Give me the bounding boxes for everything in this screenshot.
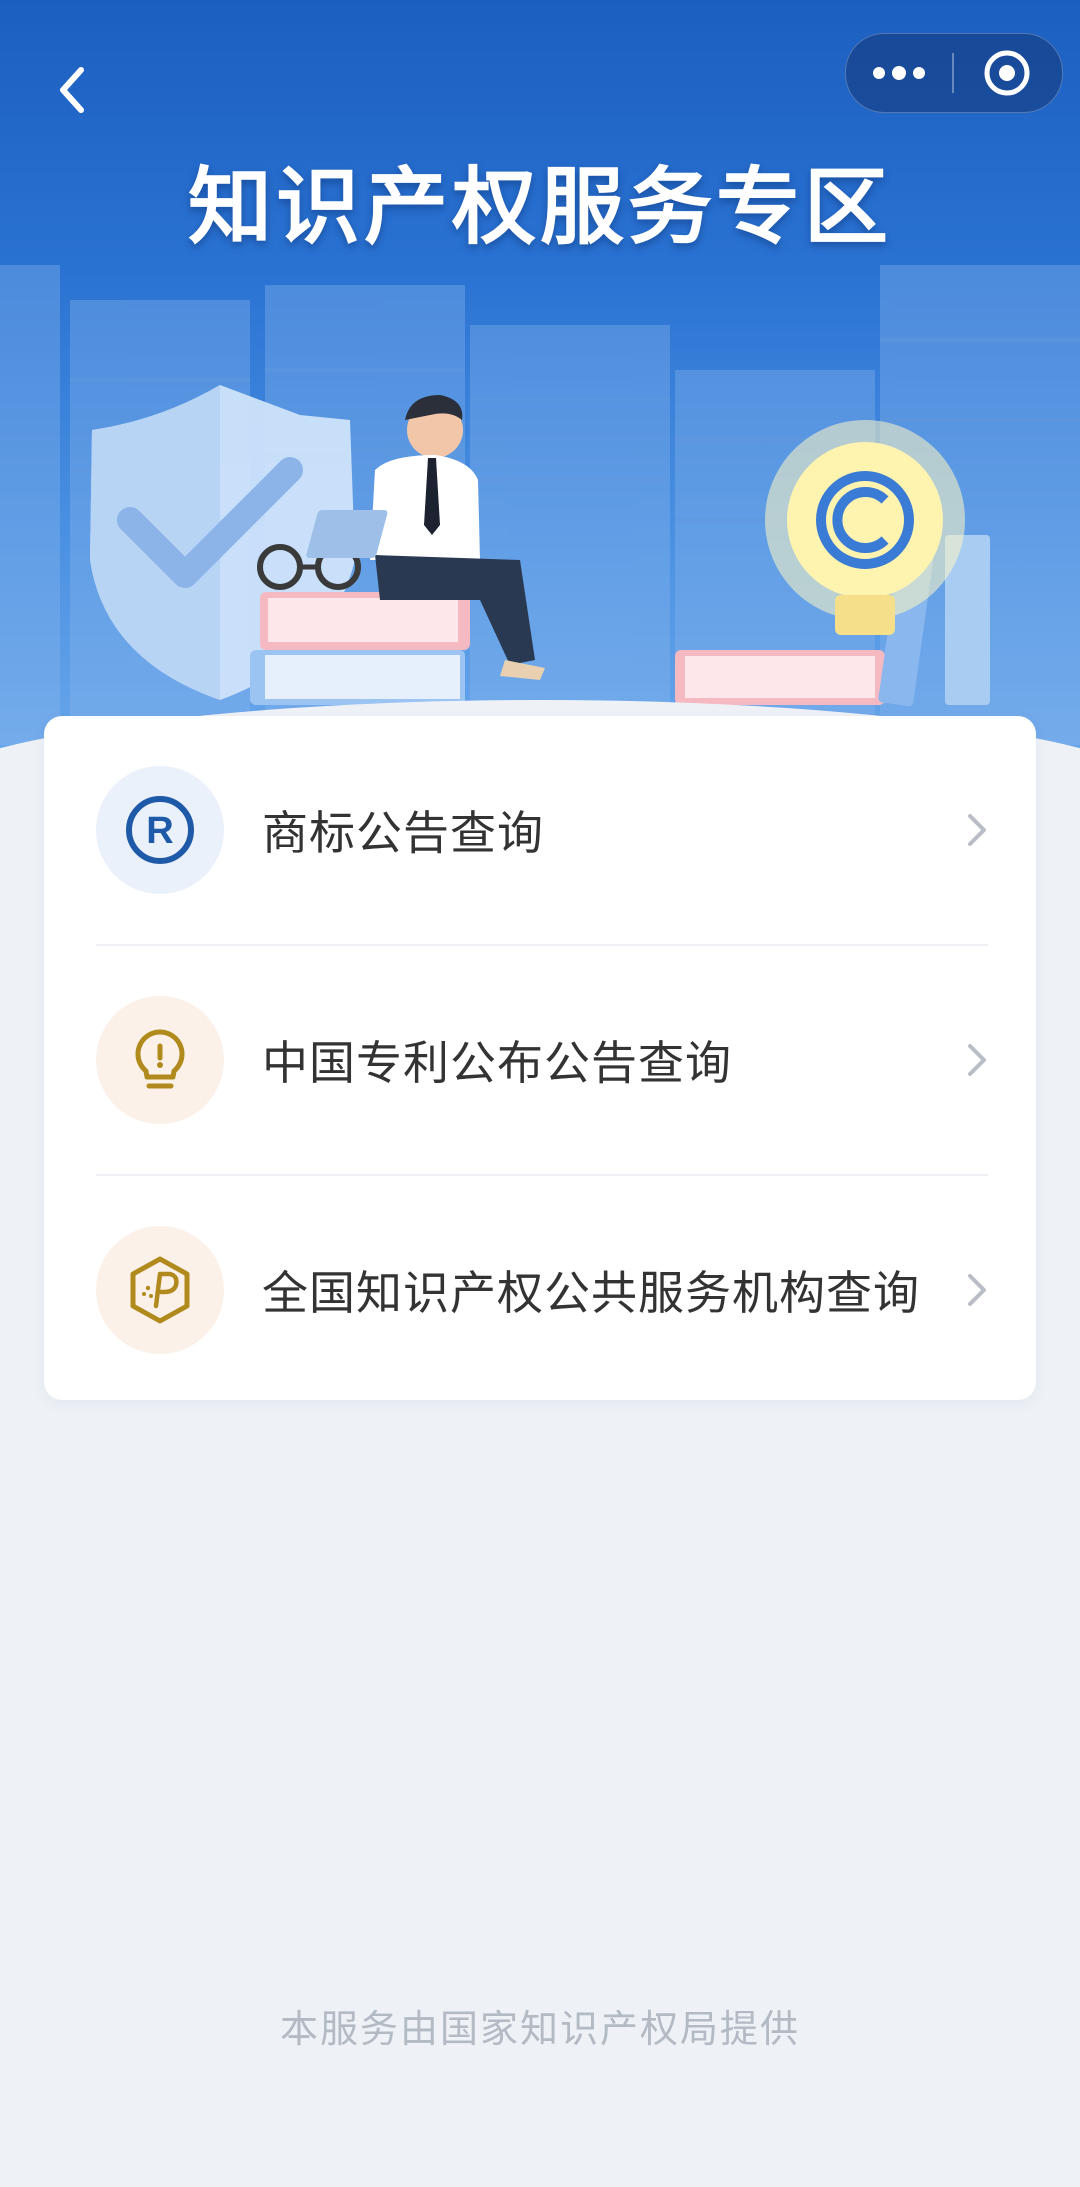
mini-program-capsule [845, 33, 1063, 113]
menu-item-label: 商标公告查询 [262, 806, 544, 860]
svg-text:R: R [146, 810, 173, 852]
menu-item-patent-notice[interactable]: 中国专利公布公告查询 [44, 946, 1036, 1174]
hero-illustration [0, 265, 1080, 750]
menu-item-trademark-notice[interactable]: R 商标公告查询 [44, 716, 1036, 944]
hexagon-ip-icon [96, 1226, 224, 1354]
back-button[interactable] [44, 62, 100, 118]
target-circle-icon [984, 50, 1030, 96]
menu-item-ip-service-agency[interactable]: 全国知识产权公共服务机构查询 [44, 1176, 1036, 1404]
menu-item-label: 中国专利公布公告查询 [262, 1036, 732, 1090]
chevron-left-icon [60, 67, 84, 113]
hero-banner: 知识产权服务专区 [0, 0, 1080, 760]
service-card: R 商标公告查询 中国专利公布公告查询 全国知识产权公共服务机构查询 [44, 716, 1036, 1400]
chevron-right-icon [968, 814, 986, 846]
more-dots-icon [873, 66, 925, 80]
registered-trademark-icon: R [96, 766, 224, 894]
chevron-right-icon [968, 1274, 986, 1306]
more-button[interactable] [846, 34, 952, 112]
lightbulb-icon [96, 996, 224, 1124]
menu-item-label: 全国知识产权公共服务机构查询 [262, 1266, 920, 1320]
chevron-right-icon [968, 1044, 986, 1076]
footer-note: 本服务由国家知识产权局提供 [279, 2007, 800, 2051]
close-button[interactable] [954, 34, 1060, 112]
page-title: 知识产权服务专区 [187, 158, 892, 256]
